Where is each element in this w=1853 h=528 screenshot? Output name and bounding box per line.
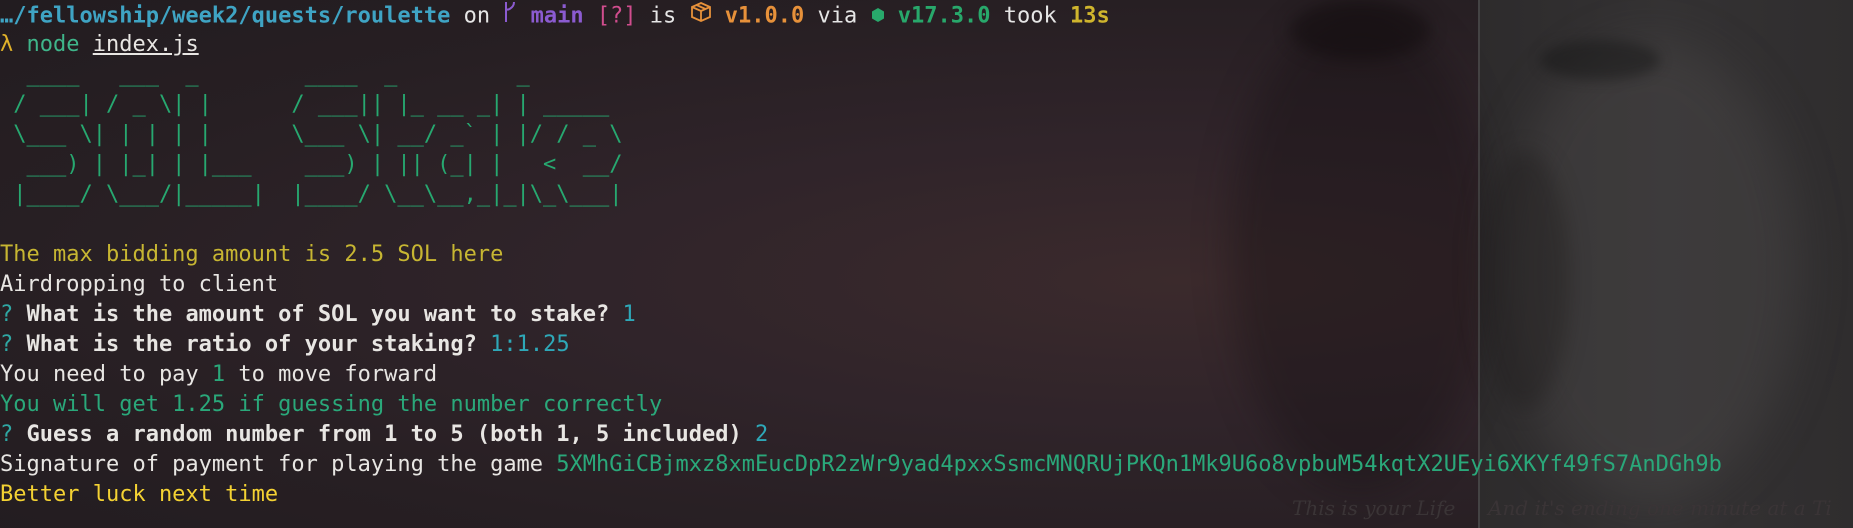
question-text: What is the ratio of your staking? <box>26 332 477 357</box>
prompt-via: via <box>804 3 871 29</box>
question-mark: ? <box>0 302 14 327</box>
question-text: Guess a random number from 1 to 5 (both … <box>26 422 742 447</box>
ascii-art-line: |____/ \___/|_____| |____/ \__\__,_|_|\_… <box>0 182 623 207</box>
payment-message: You need to pay 1 to move forward <box>0 360 1853 390</box>
payment-suffix: to move forward <box>225 362 438 387</box>
result-message: Better luck next time <box>0 482 279 507</box>
terminal-output[interactable]: …/fellowship/week2/quests/roulette on ma… <box>0 0 1853 510</box>
question-answer: 1 <box>622 302 636 327</box>
package-icon <box>690 1 712 32</box>
prompt-on: on <box>450 3 504 29</box>
ascii-art-line: / ___| / _ \| | / ___|| |_ __ _| | _____ <box>0 92 610 117</box>
command-name: node <box>26 32 80 57</box>
prompt-git-status: [?] <box>596 3 637 29</box>
prompt-package-version: v1.0.0 <box>724 3 805 29</box>
signature-prefix: Signature of payment for playing the gam… <box>0 452 557 477</box>
ratio-question: ? What is the ratio of your staking? 1:1… <box>0 330 1853 360</box>
prompt-path: …/fellowship/week2/quests/roulette <box>0 3 451 29</box>
transaction-signature[interactable]: 5XMhGiCBjmxz8xmEucDpR2zWr9yad4pxxSsmcMNQ… <box>556 452 1722 477</box>
node-icon <box>871 2 885 32</box>
shell-prompt: …/fellowship/week2/quests/roulette on ma… <box>0 0 1853 30</box>
stake-amount-question: ? What is the amount of SOL you want to … <box>0 300 1853 330</box>
prompt-symbol: λ <box>0 32 14 57</box>
question-answer: 1:1.25 <box>490 332 570 357</box>
prompt-is: is <box>636 3 690 29</box>
git-branch-icon <box>503 0 517 33</box>
guess-question: ? Guess a random number from 1 to 5 (bot… <box>0 420 1853 450</box>
winnings-message: You will get 1.25 if guessing the number… <box>0 392 663 417</box>
airdrop-message: Airdropping to client <box>0 272 279 297</box>
ascii-art-line: \___ \| | | | | \___ \| __/ _` | |/ / _ … <box>0 122 623 147</box>
question-mark: ? <box>0 332 14 357</box>
question-answer: 2 <box>755 422 769 447</box>
signature-line: Signature of payment for playing the gam… <box>0 450 1853 480</box>
ascii-art-line: ___) | |_| | |___ ___) | || (_| | < __/ <box>0 152 623 177</box>
payment-amount: 1 <box>211 362 226 387</box>
prompt-duration: 13s <box>1069 3 1110 29</box>
prompt-took: took <box>990 3 1070 29</box>
max-bid-message: The max bidding amount is 2.5 SOL here <box>0 242 504 267</box>
question-mark: ? <box>0 422 14 447</box>
prompt-node-version: v17.3.0 <box>897 3 991 29</box>
ascii-art-line: ____ ___ _ ____ _ _ <box>0 62 530 87</box>
payment-prefix: You need to pay <box>0 362 212 387</box>
question-text: What is the amount of SOL you want to st… <box>26 302 610 327</box>
command-arg[interactable]: index.js <box>93 32 199 57</box>
command-line[interactable]: λ node index.js <box>0 30 1853 60</box>
prompt-branch: main <box>530 3 584 29</box>
